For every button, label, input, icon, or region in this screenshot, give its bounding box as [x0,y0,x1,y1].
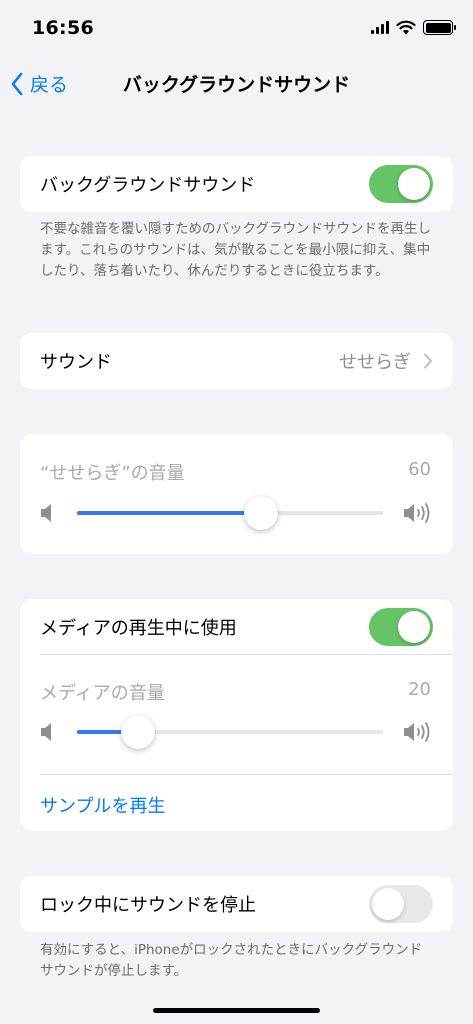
speaker-high-icon [404,503,430,523]
media-volume-label: メディアの音量 [40,683,165,704]
media-toggle[interactable] [369,608,433,646]
background-sound-label: バックグラウンドサウンド [40,175,256,196]
background-sound-row: バックグラウンドサウンド [20,156,453,212]
lock-label: ロック中にサウンドを停止 [40,895,256,916]
lock-description: 有効にすると、iPhoneがロックされたときにバックグラウンドサウンドが停止しま… [40,942,423,979]
divider [40,654,453,655]
sound-volume-slider [40,496,433,530]
lock-toggle[interactable] [369,885,433,923]
media-volume-thumb[interactable] [121,715,156,749]
sound-card: サウンド せせらぎ [20,333,453,389]
play-sample-button[interactable]: サンプルを再生 [40,792,165,818]
background-sound-toggle[interactable] [369,165,433,203]
page-title: バックグラウンドサウンド [122,74,351,96]
divider [40,774,453,775]
sound-volume-thumb[interactable] [243,496,278,530]
navigation-bar: 戻る バックグラウンドサウンド [0,58,473,108]
status-bar: 16:56 [0,0,473,58]
sound-volume-track[interactable] [77,496,383,530]
sound-volume-value: 60 [408,459,431,480]
sound-volume-card: “せせらぎ”の音量 60 [20,434,453,554]
status-icons [371,20,456,35]
lock-row: ロック中にサウンドを停止 [20,876,453,932]
toggle-knob [398,168,430,200]
media-volume-track[interactable] [77,715,383,749]
sound-volume-fill [77,511,261,515]
wifi-icon [396,20,416,35]
toggle-knob [398,611,430,643]
speaker-low-icon [41,504,51,522]
speaker-low-icon [41,723,51,741]
status-time: 16:56 [32,17,94,39]
media-card: メディアの再生中に使用 メディアの音量 20 サンプルを再生 [20,599,453,831]
toggle-knob [372,888,404,920]
sound-volume-label: “せせらぎ”の音量 [40,463,185,484]
media-volume-slider [40,715,433,749]
media-label: メディアの再生中に使用 [40,618,237,639]
sound-row[interactable]: サウンド せせらぎ [20,333,453,389]
battery-icon [423,20,456,35]
background-sound-description: 不要な雑音を覆い隠すためのバックグラウンドサウンドを再生します。これらのサウンド… [40,221,431,279]
chevron-right-icon [423,353,433,369]
sound-value: せせらぎ [339,352,411,373]
media-volume-value: 20 [408,679,431,700]
background-sound-card: バックグラウンドサウンド [20,156,453,212]
home-indicator [153,1008,320,1013]
lock-card: ロック中にサウンドを停止 [20,876,453,932]
media-row: メディアの再生中に使用 [20,599,453,655]
sound-label: サウンド [40,352,112,373]
signal-icon [371,21,389,34]
speaker-high-icon [404,722,430,742]
